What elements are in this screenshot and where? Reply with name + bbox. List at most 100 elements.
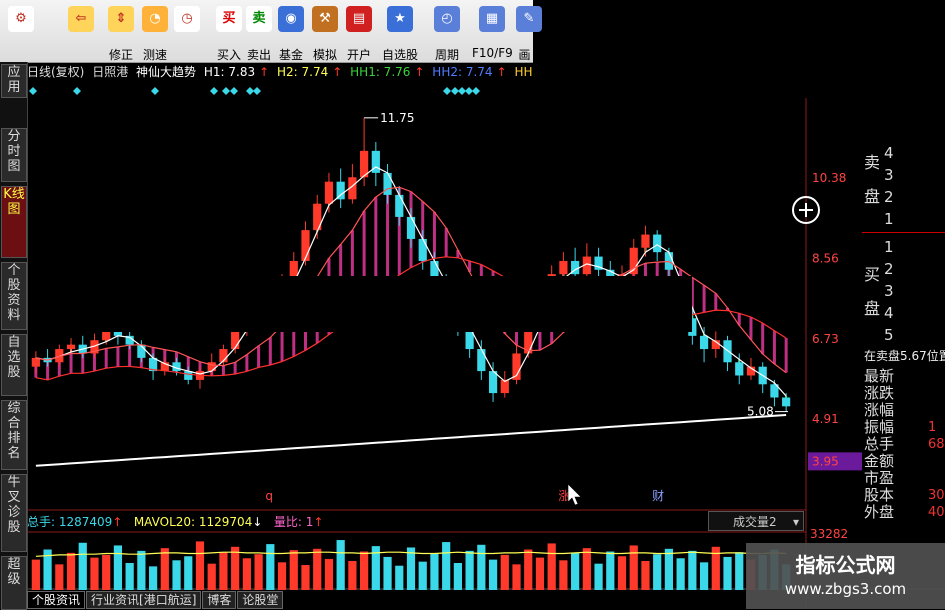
occluded-region [28, 276, 692, 332]
event-marker: 财 [652, 489, 664, 503]
volume-info: 总手: 1287409↑ MAVOL20: 1129704↓ 量比: 1↑ [27, 513, 323, 530]
period-label[interactable]: 日线(复权) [27, 65, 84, 79]
signal-diamond [230, 87, 238, 95]
toolbar-button-label: 卖出 [246, 48, 271, 62]
candle-body [231, 331, 240, 350]
volume-bar [418, 561, 427, 590]
quote-field-label: 金额 [864, 452, 895, 470]
bottom-tab-2[interactable]: 博客 [202, 591, 237, 609]
sell-level: 2 [884, 188, 894, 206]
toolbar-button-7[interactable]: ◉ 基金 [276, 4, 306, 62]
toolbar-button-0[interactable]: ⚙ [4, 4, 38, 58]
volume-bar [571, 552, 580, 590]
volume-bar [289, 550, 298, 590]
signal-diamond [253, 87, 261, 95]
volume-bar [594, 563, 603, 590]
toolbar-button-11[interactable]: ◴ 周期 [428, 4, 466, 62]
sidebar-item-2[interactable]: K线图 [1, 186, 27, 258]
up-arrow-icon: ↑ [414, 65, 425, 79]
signal-diamond [451, 87, 459, 95]
signal-diamond [210, 87, 218, 95]
main-toolbar: ⚙ ⇦ ⇕ 修正 ◔ 测速 ◷ 买买入卖卖出 ◉ 基金 ⚒ 模拟 ▤ 开户 ★ 自选股 ◴ 周期 ▦ F10/F9 ✎ 画 [0, 0, 542, 63]
candle-body [477, 349, 486, 372]
volume-bar [348, 560, 357, 590]
indicator-name[interactable]: 神仙大趋势 [136, 65, 196, 79]
volume-bar [125, 563, 134, 590]
sidebar-item-4[interactable]: 自选股 [1, 334, 27, 396]
volume-bar [582, 548, 591, 590]
buy-level: 1 [884, 238, 894, 256]
volume-bar [242, 558, 251, 590]
volume-bar [676, 558, 685, 590]
left-sidebar: 应用分时图 K线图个股资料自选股综合排名牛叉诊股超级 [0, 62, 28, 610]
toolbar-button-3[interactable]: ◔ 测速 [140, 4, 170, 62]
candle-body [699, 335, 709, 350]
bottom-tab-0[interactable]: 个股资讯 [27, 591, 86, 609]
price-tick-label: 8.56 [812, 251, 839, 265]
volume-bar [547, 543, 556, 590]
volume-bar [266, 544, 275, 590]
event-marker: q [265, 489, 273, 503]
toolbar-button-10[interactable]: ★ 自选股 [378, 4, 422, 62]
volume-bar [617, 556, 627, 590]
volume-bar [66, 552, 76, 590]
candle-body [66, 344, 76, 350]
volume-bar [477, 544, 486, 590]
toolbar-button-2[interactable]: ⇕ 修正 [106, 4, 136, 62]
toolbar-button-8[interactable]: ⚒ 模拟 [310, 4, 340, 62]
up-arrow-icon: ↑ [259, 65, 270, 79]
settings-icon: ⚙ [8, 6, 34, 32]
volume-bar [699, 562, 709, 590]
toolbar-button-12[interactable]: ▦ F10/F9 [472, 4, 513, 60]
volume-bar [606, 551, 615, 590]
volume-bar [336, 540, 345, 590]
signal-diamond [458, 87, 466, 95]
sidebar-item-0[interactable]: 应用 [1, 64, 27, 98]
volume-indicator-label: 成交量2 [733, 515, 777, 529]
sidebar-item-3[interactable]: 个股资料 [1, 262, 27, 330]
quote-field-label: 股本 [864, 486, 895, 504]
volume-bar [512, 564, 521, 590]
clock-icon: ◷ [174, 6, 200, 32]
bottom-tab-3[interactable]: 论股堂 [237, 591, 284, 609]
mode-label[interactable]: 日照港 [92, 65, 128, 79]
toolbar-button-label: 模拟 [312, 48, 337, 62]
h1-value: H1: 7.83 [203, 65, 256, 79]
toolbar-button-6[interactable]: 卖卖出 [244, 4, 274, 62]
volume-bar [313, 548, 322, 590]
sell-label: 卖盘 [864, 153, 881, 206]
updown-arrow-icon: ⇕ [108, 6, 134, 32]
signal-diamond [222, 87, 230, 95]
volume-bar [629, 545, 638, 590]
signal-diamond [246, 87, 254, 95]
signal-diamond [29, 87, 37, 95]
sidebar-item-5[interactable]: 综合排名 [1, 400, 27, 470]
quote-field-label: 市盈 [864, 469, 895, 487]
bottom-tab-1[interactable]: 行业资讯[港口航运] [86, 591, 202, 609]
low-price-label: 5.08 [747, 405, 774, 419]
volume-bar [453, 563, 462, 590]
candle-body [641, 234, 650, 248]
toolbar-button-1[interactable]: ⇦ [62, 4, 100, 58]
account-icon: ▤ [346, 6, 372, 32]
volume-bar [78, 542, 87, 590]
volume-bar [148, 566, 158, 590]
star-icon: ★ [387, 6, 413, 32]
candle-body [406, 216, 416, 239]
toolbar-button-13[interactable]: ✎ 画 [516, 4, 542, 62]
candle-body [735, 362, 744, 376]
toolbar-button-4[interactable]: ◷ [172, 4, 202, 58]
volume-bar [688, 550, 697, 590]
sidebar-item-6[interactable]: 牛叉诊股 [1, 474, 27, 552]
volume-bar [559, 560, 568, 590]
sidebar-item-7[interactable]: 超级 [1, 556, 27, 610]
volume-ratio: 量比: 1 [273, 515, 314, 529]
volume-indicator-select[interactable]: 成交量2 ▾ [708, 511, 804, 531]
hammer-icon: ⚒ [312, 6, 338, 32]
sidebar-item-1[interactable]: 分时图 [1, 128, 27, 182]
buy-level: 3 [884, 282, 894, 300]
quote-field-value: 40 [928, 505, 945, 520]
sell-level: 4 [884, 144, 894, 162]
toolbar-button-5[interactable]: 买买入 [214, 4, 244, 62]
toolbar-button-9[interactable]: ▤ 开户 [344, 4, 374, 62]
